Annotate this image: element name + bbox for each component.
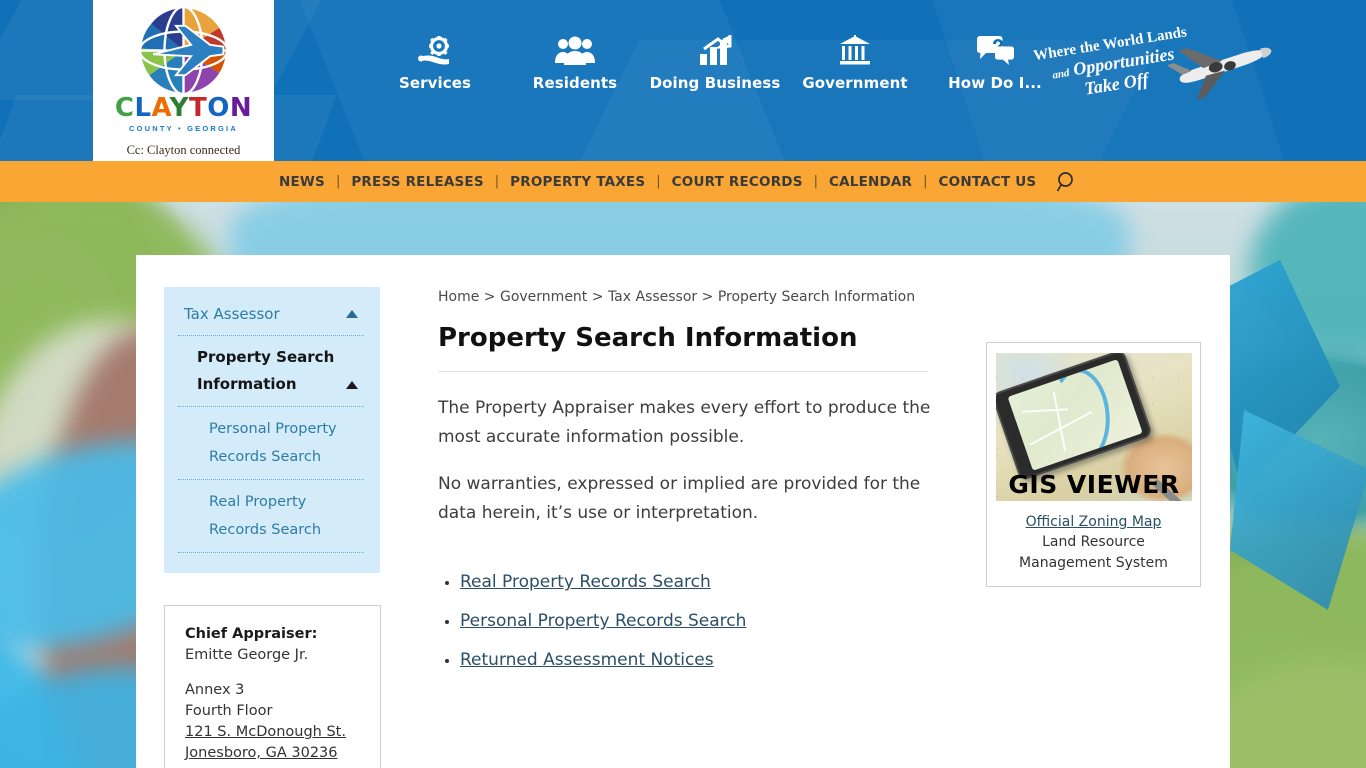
sidebar: Tax Assessor Property Search Information…: [164, 287, 380, 573]
records-link-list: Real Property Records Search Personal Pr…: [438, 572, 933, 670]
utility-link-court-records[interactable]: COURT RECORDS: [661, 174, 814, 190]
utility-link-news[interactable]: NEWS: [268, 174, 336, 190]
sidebar-item-property-search-information[interactable]: Property Search Information: [164, 344, 380, 398]
sidebar-divider: [178, 552, 364, 553]
utility-navigation: NEWS | PRESS RELEASES | PROPERTY TAXES |…: [268, 161, 1078, 202]
list-item: Real Property Records Search: [460, 572, 933, 592]
sidebar-divider: [178, 479, 364, 480]
nav-item-residents[interactable]: Residents: [505, 28, 645, 92]
appraiser-floor: Fourth Floor: [185, 703, 273, 719]
breadcrumb-current: Property Search Information: [717, 289, 916, 305]
sidebar-item-tax-assessor[interactable]: Tax Assessor: [164, 301, 380, 327]
site-header: CLAYTON COUNTY • GEORGIA Cc: Clayton con…: [0, 0, 1366, 161]
appraiser-title: Chief Appraiser:: [185, 626, 318, 642]
tagline-and: and: [1051, 67, 1071, 82]
nav-label-doing-business: Doing Business: [649, 74, 781, 92]
hand-gear-icon: [365, 28, 505, 74]
gis-viewer-promo[interactable]: GIS VIEWER Official Zoning Map Land Reso…: [986, 342, 1201, 587]
gis-viewer-image: GIS VIEWER: [996, 353, 1192, 501]
caret-up-icon[interactable]: [346, 381, 358, 389]
bar-chart-arrow-icon: [645, 28, 785, 74]
utility-link-press-releases[interactable]: PRESS RELEASES: [340, 174, 494, 190]
intro-paragraph-1: The Property Appraiser makes every effor…: [438, 398, 931, 448]
globe-airplane-icon: [136, 3, 231, 98]
breadcrumb-government[interactable]: Government: [500, 289, 587, 305]
list-item: Personal Property Records Search: [460, 611, 933, 631]
appraiser-annex: Annex 3: [185, 682, 245, 698]
caret-up-icon[interactable]: [346, 310, 358, 318]
breadcrumb-separator: >: [483, 289, 496, 305]
nav-label-government: Government: [802, 74, 908, 92]
sidebar-divider: [178, 335, 364, 336]
breadcrumb-separator: >: [591, 289, 604, 305]
page-root: CLAYTON COUNTY • GEORGIA Cc: Clayton con…: [0, 0, 1366, 768]
sidebar-label-personal-property-records-search[interactable]: Personal Property Records Search: [184, 415, 364, 471]
nav-item-services[interactable]: Services: [365, 28, 505, 92]
utility-bar: NEWS | PRESS RELEASES | PROPERTY TAXES |…: [0, 161, 1366, 354]
logo-wordmark: CLAYTON: [114, 93, 253, 123]
chief-appraiser-box: Chief Appraiser: Emitte George Jr. Annex…: [164, 605, 381, 768]
link-returned-assessment-notices[interactable]: Returned Assessment Notices: [460, 650, 714, 670]
intro-paragraph-2: No warranties, expressed or implied are …: [438, 474, 921, 524]
link-real-property-records-search[interactable]: Real Property Records Search: [460, 572, 711, 592]
sidebar-label-real-property-records-search[interactable]: Real Property Records Search: [184, 488, 364, 544]
classical-building-icon: [785, 28, 925, 74]
title-divider: [438, 371, 928, 373]
promo-subtitle: Land Resource Management System: [1019, 534, 1168, 571]
sidebar-label-tax-assessor[interactable]: Tax Assessor: [184, 301, 364, 327]
header-tagline: Where the World Lands and Opportunities …: [1028, 22, 1278, 122]
sidebar-item-real-property-records-search[interactable]: Real Property Records Search: [164, 488, 380, 544]
sidebar-label-property-search-information[interactable]: Property Search Information: [184, 344, 364, 398]
people-group-icon: [505, 28, 645, 74]
gis-viewer-label: GIS VIEWER: [1008, 470, 1180, 499]
nav-label-services: Services: [398, 74, 472, 92]
breadcrumb-home[interactable]: Home: [438, 289, 479, 305]
utility-link-property-taxes[interactable]: PROPERTY TAXES: [499, 174, 656, 190]
logo-tagline: Cc: Clayton connected: [126, 143, 241, 157]
logo-subtitle: COUNTY • GEORGIA: [129, 124, 238, 133]
appraiser-address-line-2[interactable]: Jonesboro, GA 30236: [185, 745, 338, 761]
breadcrumb: Home > Government > Tax Assessor > Prope…: [438, 288, 933, 306]
main-content: Home > Government > Tax Assessor > Prope…: [438, 288, 933, 689]
list-item: Returned Assessment Notices: [460, 650, 933, 670]
nav-label-residents: Residents: [532, 74, 618, 92]
site-logo[interactable]: CLAYTON COUNTY • GEORGIA Cc: Clayton con…: [93, 0, 274, 161]
link-personal-property-records-search[interactable]: Personal Property Records Search: [460, 611, 746, 631]
breadcrumb-separator: >: [701, 289, 714, 305]
sidebar-item-personal-property-records-search[interactable]: Personal Property Records Search: [164, 415, 380, 471]
utility-link-contact-us[interactable]: CONTACT US: [928, 174, 1048, 190]
nav-item-government[interactable]: Government: [785, 28, 925, 92]
link-official-zoning-map[interactable]: Official Zoning Map: [996, 514, 1191, 530]
content-card: Tax Assessor Property Search Information…: [136, 255, 1230, 768]
appraiser-spacer: [185, 666, 364, 680]
nav-item-doing-business[interactable]: Doing Business: [645, 28, 785, 92]
sidebar-divider: [178, 406, 364, 407]
breadcrumb-tax-assessor[interactable]: Tax Assessor: [608, 289, 697, 305]
search-icon[interactable]: [1056, 171, 1078, 193]
appraiser-name: Emitte George Jr.: [185, 647, 309, 663]
airplane-icon: [1166, 32, 1278, 107]
sidebar-menu: Tax Assessor Property Search Information…: [164, 287, 380, 573]
appraiser-address-line-1[interactable]: 121 S. McDonough St.: [185, 724, 346, 740]
page-title: Property Search Information: [438, 323, 858, 353]
main-navigation: Services Residents Doing Business Govern…: [365, 28, 1065, 92]
utility-link-calendar[interactable]: CALENDAR: [818, 174, 923, 190]
